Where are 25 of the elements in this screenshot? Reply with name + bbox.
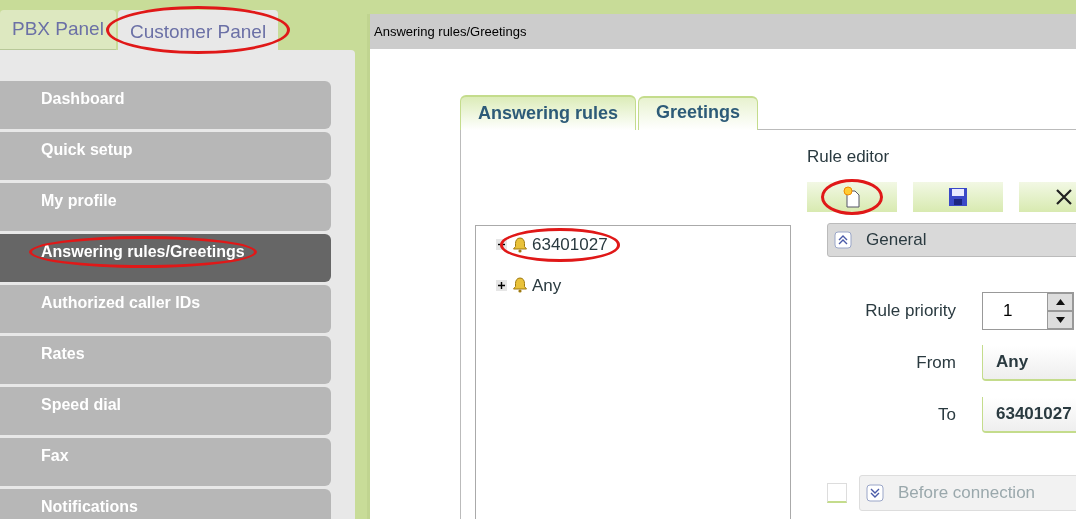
window-title: Answering rules/Greetings: [370, 14, 1076, 49]
sidebar-item[interactable]: Authorized caller IDs: [0, 285, 331, 333]
tree-node[interactable]: Any: [532, 272, 562, 298]
field-label: From: [915, 352, 956, 375]
panel-tab[interactable]: Customer Panel: [117, 10, 279, 50]
sidebar-item[interactable]: My profile: [0, 183, 331, 231]
sidebar-item[interactable]: Speed dial: [0, 387, 331, 435]
sidebar-item[interactable]: Rates: [0, 336, 331, 384]
section-title: Rule editor: [807, 146, 891, 168]
select-field[interactable]: Any: [982, 345, 1076, 381]
sidebar-item[interactable]: Quick setup: [0, 132, 331, 180]
tab[interactable]: Greetings: [638, 96, 759, 130]
sidebar-item[interactable]: Fax: [0, 438, 331, 486]
tree-node[interactable]: 63401027: [532, 232, 608, 258]
field-label: Rule priority: [864, 300, 956, 323]
section-header[interactable]: Before connection: [859, 475, 1076, 511]
number-field[interactable]: 1: [982, 292, 1074, 330]
tab[interactable]: Answering rules: [460, 95, 637, 130]
select-field[interactable]: 63401027: [982, 397, 1076, 433]
sidebar-item[interactable]: Notifications: [0, 489, 331, 519]
sidebar-item[interactable]: Answering rules/Greetings: [0, 234, 331, 282]
sidebar-item[interactable]: Dashboard: [0, 81, 331, 129]
field-label: To: [937, 404, 956, 427]
panel-tab[interactable]: PBX Panel: [0, 10, 116, 50]
section-header[interactable]: General: [827, 223, 1076, 257]
